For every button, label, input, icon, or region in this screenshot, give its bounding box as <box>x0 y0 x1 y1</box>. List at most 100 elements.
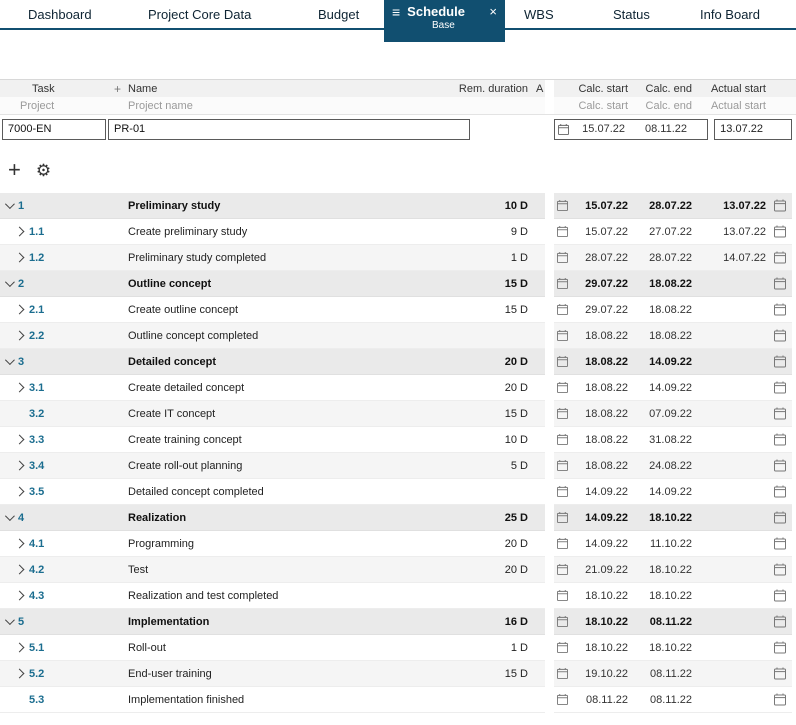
expand-chevron[interactable] <box>11 382 29 393</box>
calendar-icon[interactable] <box>554 225 568 238</box>
task-row[interactable]: 4.2 Test 20 D 21.09.22 18.10.22 <box>0 557 796 583</box>
project-actual-start-box[interactable]: 13.07.22 <box>714 118 792 140</box>
tab-info-board[interactable]: Info Board <box>700 0 760 30</box>
calendar-icon[interactable] <box>554 199 568 212</box>
task-name: Outline concept <box>128 277 212 290</box>
task-row[interactable]: 3.5 Detailed concept completed 14.09.22 … <box>0 479 796 505</box>
project-id-input[interactable] <box>2 118 106 140</box>
calendar-icon[interactable] <box>766 251 792 264</box>
add-task-button[interactable]: + <box>8 159 21 181</box>
expand-chevron[interactable] <box>11 330 29 341</box>
calendar-icon[interactable] <box>554 563 568 576</box>
calendar-icon[interactable] <box>554 485 568 498</box>
calendar-icon[interactable] <box>766 407 792 420</box>
task-row[interactable]: 4.3 Realization and test completed 18.10… <box>0 583 796 609</box>
task-row[interactable]: 5.2 End-user training 15 D 19.10.22 08.1… <box>0 661 796 687</box>
calendar-icon[interactable] <box>554 641 568 654</box>
task-row[interactable]: 2 Outline concept 15 D 29.07.22 18.08.22 <box>0 271 796 297</box>
tab-project-core-data[interactable]: Project Core Data <box>148 0 251 30</box>
task-row[interactable]: 5 Implementation 16 D 18.10.22 08.11.22 <box>0 609 796 635</box>
calendar-icon[interactable] <box>766 433 792 446</box>
tab-schedule[interactable]: ≡ Schedule × Base <box>384 0 505 42</box>
expand-chevron[interactable] <box>11 434 29 445</box>
tab-status[interactable]: Status <box>613 0 650 30</box>
close-icon[interactable]: × <box>489 4 497 19</box>
task-row[interactable]: 3 Detailed concept 20 D 18.08.22 14.09.2… <box>0 349 796 375</box>
calendar-icon[interactable] <box>766 277 792 290</box>
calendar-icon[interactable] <box>766 381 792 394</box>
calendar-icon[interactable] <box>766 537 792 550</box>
task-row[interactable]: 3.3 Create training concept 10 D 18.08.2… <box>0 427 796 453</box>
calendar-icon[interactable] <box>554 277 568 290</box>
calendar-icon[interactable] <box>554 511 568 524</box>
task-row[interactable]: 3.1 Create detailed concept 20 D 18.08.2… <box>0 375 796 401</box>
calendar-icon[interactable] <box>554 355 568 368</box>
expand-chevron[interactable] <box>11 696 29 703</box>
expand-chevron[interactable] <box>11 486 29 497</box>
task-row[interactable]: 3.2 Create IT concept 15 D 18.08.22 07.0… <box>0 401 796 427</box>
expand-chevron[interactable] <box>0 615 18 626</box>
calendar-icon[interactable] <box>554 459 568 472</box>
task-row[interactable]: 3.4 Create roll-out planning 5 D 18.08.2… <box>0 453 796 479</box>
settings-gear-icon[interactable]: ⚙ <box>36 162 51 179</box>
calendar-icon[interactable] <box>766 303 792 316</box>
expand-chevron[interactable] <box>0 199 18 210</box>
calendar-icon[interactable] <box>554 433 568 446</box>
task-row[interactable]: 5.3 Implementation finished 08.11.22 08.… <box>0 687 796 713</box>
calendar-icon[interactable] <box>554 329 568 342</box>
calendar-icon[interactable] <box>766 355 792 368</box>
add-column-icon[interactable]: + <box>114 82 128 96</box>
expand-chevron[interactable] <box>11 538 29 549</box>
expand-chevron[interactable] <box>11 226 29 237</box>
calendar-icon[interactable] <box>554 693 568 706</box>
calc-end: 14.09.22 <box>649 381 692 394</box>
calendar-icon[interactable] <box>766 199 792 212</box>
calendar-icon[interactable] <box>555 123 569 136</box>
calendar-icon[interactable] <box>766 563 792 576</box>
expand-chevron[interactable] <box>11 668 29 679</box>
project-name-input[interactable] <box>108 118 470 140</box>
tab-dashboard[interactable]: Dashboard <box>28 0 92 30</box>
calendar-icon[interactable] <box>766 329 792 342</box>
calendar-icon[interactable] <box>554 303 568 316</box>
calendar-icon[interactable] <box>766 667 792 680</box>
calendar-icon[interactable] <box>766 511 792 524</box>
tab-wbs[interactable]: WBS <box>524 0 554 30</box>
calendar-icon[interactable] <box>554 615 568 628</box>
expand-chevron[interactable] <box>11 410 29 417</box>
task-row[interactable]: 2.2 Outline concept completed 18.08.22 1… <box>0 323 796 349</box>
calendar-icon[interactable] <box>554 537 568 550</box>
calendar-icon[interactable] <box>766 459 792 472</box>
calendar-icon[interactable] <box>766 641 792 654</box>
tab-budget[interactable]: Budget <box>318 0 359 30</box>
task-row[interactable]: 4.1 Programming 20 D 14.09.22 11.10.22 <box>0 531 796 557</box>
task-row[interactable]: 1.1 Create preliminary study 9 D 15.07.2… <box>0 219 796 245</box>
task-duration: 1 D <box>510 251 528 264</box>
menu-icon[interactable]: ≡ <box>392 5 400 19</box>
task-row[interactable]: 2.1 Create outline concept 15 D 29.07.22… <box>0 297 796 323</box>
expand-chevron[interactable] <box>0 277 18 288</box>
task-row[interactable]: 4 Realization 25 D 14.09.22 18.10.22 <box>0 505 796 531</box>
expand-chevron[interactable] <box>11 252 29 263</box>
task-row[interactable]: 5.1 Roll-out 1 D 18.10.22 18.10.22 <box>0 635 796 661</box>
expand-chevron[interactable] <box>0 511 18 522</box>
task-row[interactable]: 1 Preliminary study 10 D 15.07.22 28.07.… <box>0 193 796 219</box>
calendar-icon[interactable] <box>766 589 792 602</box>
calendar-icon[interactable] <box>554 407 568 420</box>
calendar-icon[interactable] <box>766 693 792 706</box>
task-row[interactable]: 1.2 Preliminary study completed 1 D 28.0… <box>0 245 796 271</box>
calendar-icon[interactable] <box>766 225 792 238</box>
expand-chevron[interactable] <box>11 642 29 653</box>
expand-chevron[interactable] <box>11 460 29 471</box>
expand-chevron[interactable] <box>0 355 18 366</box>
project-calc-dates-box[interactable]: 15.07.22 08.11.22 <box>554 118 708 140</box>
calendar-icon[interactable] <box>554 667 568 680</box>
calendar-icon[interactable] <box>554 589 568 602</box>
expand-chevron[interactable] <box>11 564 29 575</box>
calendar-icon[interactable] <box>766 485 792 498</box>
expand-chevron[interactable] <box>11 590 29 601</box>
calendar-icon[interactable] <box>554 381 568 394</box>
calendar-icon[interactable] <box>766 615 792 628</box>
expand-chevron[interactable] <box>11 304 29 315</box>
calendar-icon[interactable] <box>554 251 568 264</box>
